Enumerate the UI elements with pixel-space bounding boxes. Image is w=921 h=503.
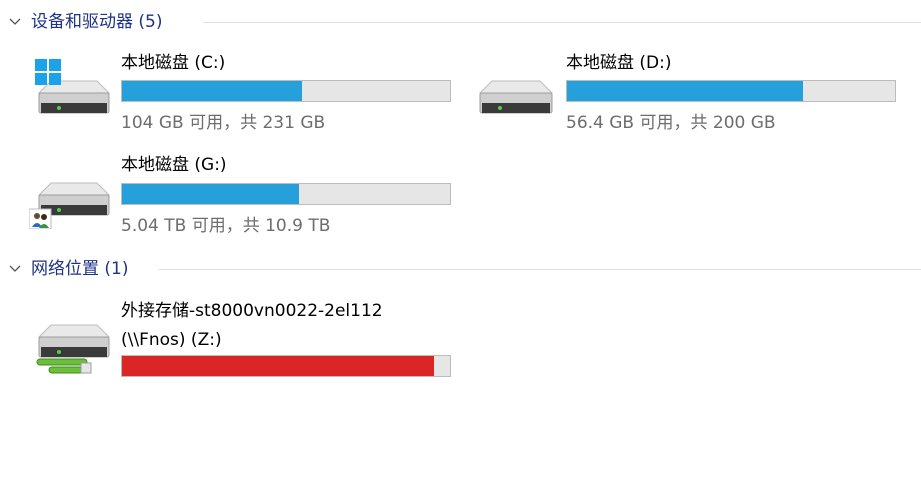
group-header-devices[interactable]: 设备和驱动器 (5): [0, 9, 921, 37]
capacity-bar-fill: [122, 184, 300, 204]
drive-free-space: 5.04 TB 可用，共 10.9 TB: [121, 216, 331, 236]
group-header-network[interactable]: 网络位置 (1): [0, 256, 921, 284]
network-drive-icon: [36, 324, 111, 374]
drive-name: 本地磁盘 (C:): [121, 53, 226, 73]
drive-d[interactable]: 本地磁盘 (D:) 56.4 GB 可用，共 200 GB: [474, 51, 904, 141]
capacity-bar: [566, 80, 896, 102]
group-divider: [158, 269, 921, 270]
capacity-bar-fill: [122, 356, 434, 376]
capacity-bar: [121, 355, 451, 377]
drive-g[interactable]: 本地磁盘 (G:) 5.04 TB 可用，共 10.9 TB: [29, 153, 459, 243]
capacity-bar-fill: [122, 81, 303, 101]
drive-name: 本地磁盘 (D:): [566, 53, 672, 73]
network-drive-z[interactable]: 外接存储-st8000vn0022-2el112 (\\Fnos) (Z:): [29, 297, 459, 387]
chevron-down-icon[interactable]: [8, 15, 22, 29]
drive-name: 外接存储-st8000vn0022-2el112: [121, 301, 383, 321]
group-title: 网络位置 (1): [31, 259, 129, 279]
capacity-bar-fill: [567, 81, 804, 101]
hard-drive-icon: [478, 80, 554, 114]
capacity-bar: [121, 183, 451, 205]
this-pc-view: 设备和驱动器 (5) 本地磁盘 (C:) 104 GB 可用，共 231 GB: [0, 0, 921, 503]
chevron-down-icon[interactable]: [8, 262, 22, 276]
drive-name: 本地磁盘 (G:): [121, 155, 227, 175]
windows-system-drive-icon: [35, 59, 111, 114]
drive-name-line2: (\\Fnos) (Z:): [121, 330, 222, 350]
shared-drive-icon: [29, 182, 111, 229]
group-divider: [203, 22, 921, 23]
drive-free-space: 56.4 GB 可用，共 200 GB: [566, 113, 776, 133]
capacity-bar: [121, 80, 451, 102]
drive-free-space: 104 GB 可用，共 231 GB: [121, 113, 326, 133]
group-title: 设备和驱动器 (5): [31, 12, 163, 32]
drive-c[interactable]: 本地磁盘 (C:) 104 GB 可用，共 231 GB: [29, 51, 459, 141]
